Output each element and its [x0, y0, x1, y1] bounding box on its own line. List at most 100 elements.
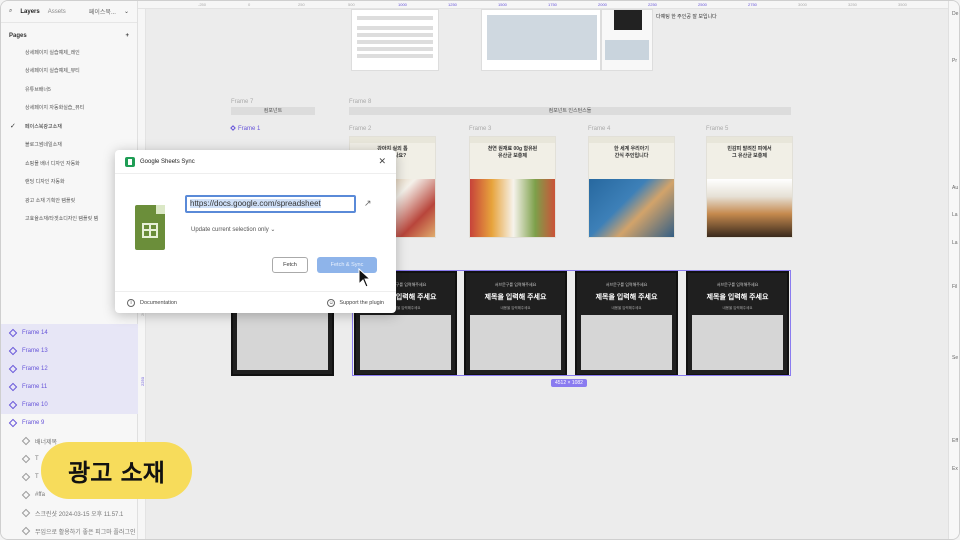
layer-label: T	[35, 474, 39, 480]
frame3-label[interactable]: Frame 3	[469, 126, 491, 132]
ad-card[interactable]: 한 세계 우리아기 간식 주인입니다	[588, 136, 675, 238]
chevron-down-icon: ⌄	[270, 227, 276, 233]
ruler-mark: 500	[348, 2, 355, 7]
ruler-mark: 2500	[698, 2, 707, 7]
frame-icon	[8, 346, 18, 356]
frame-icon	[8, 364, 18, 374]
ruler-mark: -250	[198, 2, 207, 7]
property-section-label: Fil	[952, 284, 958, 290]
app-window: ⌕ Layers Assets 페이스북... ⌄ Pages + 상세페이지 …	[0, 0, 960, 540]
tab-layers[interactable]: Layers	[20, 9, 39, 15]
page-item[interactable]: ✓ 페이스북광고소재	[1, 117, 137, 136]
sheets-logo-icon	[125, 156, 135, 167]
property-section-label: La	[952, 240, 958, 246]
spreadsheet-icon	[135, 205, 165, 250]
ruler-mark: 1500	[498, 2, 507, 7]
page-label: 상세페이지 자동화실습_뷰티	[25, 105, 85, 112]
property-section-label: La	[952, 212, 958, 218]
property-section-label: Pr	[952, 58, 957, 64]
ruler-mark: 1250	[448, 2, 457, 7]
ruler-mark: 3000	[798, 2, 807, 7]
layer-item[interactable]: Frame 11	[1, 378, 138, 396]
sheet-url-input[interactable]: https://docs.google.com/spreadsheet	[185, 195, 356, 213]
frame-icon	[8, 382, 18, 392]
chevron-down-icon[interactable]: ⌄	[124, 8, 129, 15]
page-item[interactable]: 상세페이지 자동화실습_뷰티	[1, 99, 137, 118]
frame-icon	[8, 400, 18, 410]
update-selection-label: Update current selection only	[191, 227, 269, 233]
ad-card[interactable]: 천연 원재료 00g 함유된 유산균 보충제	[469, 136, 556, 238]
ruler-mark: 2250	[139, 377, 145, 386]
frame4-label[interactable]: Frame 4	[588, 126, 610, 132]
tab-assets[interactable]: Assets	[48, 9, 66, 15]
ruler-mark: 1000	[398, 2, 407, 7]
layer-label: Frame 14	[22, 330, 48, 336]
layer-item[interactable]: Frame 10	[1, 396, 138, 414]
layer-label: Frame 11	[22, 384, 48, 390]
layer-item[interactable]: 무임으로 활용하기 좋은 피그마 플러그인	[1, 522, 138, 539]
page-item[interactable]: 상세페이지 실습예제_레인	[1, 43, 137, 62]
right-properties-panel[interactable]: De Pr Au La La Fil Se Eff Ex	[948, 1, 959, 539]
frame-icon	[21, 526, 31, 536]
screenshot-card[interactable]	[601, 9, 653, 71]
dialog-footer: i Documentation ☺ Support the plugin	[115, 291, 396, 313]
support-link[interactable]: ☺ Support the plugin	[327, 298, 384, 307]
frame-icon	[8, 328, 18, 338]
layer-item[interactable]: Frame 14	[1, 324, 138, 342]
open-link-icon[interactable]: ↗	[364, 198, 372, 209]
mouse-cursor-icon	[358, 268, 372, 288]
layer-label: 배너제목	[35, 439, 58, 446]
frame-icon	[21, 472, 31, 482]
frame8-label[interactable]: Frame 8	[349, 99, 371, 105]
property-section-label: Se	[952, 355, 959, 361]
layer-item[interactable]: Frame 12	[1, 360, 138, 378]
frame-icon	[21, 454, 31, 464]
update-selection-dropdown[interactable]: Update current selection only ⌄	[191, 226, 275, 233]
screenshot-card[interactable]	[351, 9, 439, 71]
dog-photo	[470, 179, 555, 237]
ruler-mark: 2750	[748, 2, 757, 7]
frame2-label[interactable]: Frame 2	[349, 126, 371, 132]
pages-heading: Pages +	[1, 23, 137, 43]
file-name[interactable]: 페이스북...	[89, 7, 116, 16]
page-item[interactable]: 상세페이지 실습예제_뷰티	[1, 62, 137, 81]
layers-list: Frame 14 Frame 13 Frame 12 Frame 11 Frame 10…	[1, 324, 138, 539]
layer-item[interactable]: Frame 13	[1, 342, 138, 360]
page-item[interactable]: 유튜브배너5	[1, 80, 137, 99]
page-label: 상세페이지 실습예제_레인	[25, 49, 80, 56]
frame5-label[interactable]: Frame 5	[706, 126, 728, 132]
property-section-label: Ex	[952, 466, 958, 472]
info-icon: i	[127, 298, 135, 307]
layer-label: #ffa	[35, 492, 45, 498]
close-icon[interactable]: ✕	[378, 156, 386, 167]
frame1-label[interactable]: Frame 1	[230, 125, 261, 132]
frame7-label[interactable]: Frame 7	[231, 99, 253, 105]
frame-icon	[21, 490, 31, 500]
selection-box[interactable]	[352, 270, 791, 376]
documentation-link[interactable]: i Documentation	[127, 298, 177, 307]
page-label: 광고 소재 기획안 템플릿	[25, 197, 76, 204]
page-label: 블로그썸네일소재	[25, 142, 62, 149]
selection-size-badge: 4512 × 1082	[551, 379, 587, 387]
layer-item[interactable]: 스크린샷 2024-03-15 오후 11.57.1	[1, 504, 138, 522]
property-section-label: De	[952, 11, 959, 17]
layer-label: Frame 10	[22, 402, 48, 408]
screenshot-card[interactable]	[481, 9, 601, 71]
support-label: Support the plugin	[339, 299, 384, 306]
dog-photo	[589, 179, 674, 237]
fetch-button[interactable]: Fetch	[272, 257, 308, 273]
layer-label: T	[35, 456, 39, 462]
layer-label: 스크린샷 2024-03-15 오후 11.57.1	[35, 511, 124, 518]
ad-headline: 민감피 말려진 피에서 그 유산균 보충제	[727, 146, 772, 159]
add-page-button[interactable]: +	[125, 33, 129, 39]
frame-label-text: Frame 1	[238, 126, 261, 132]
caption-pill: 광고 소재	[41, 442, 192, 499]
layer-item[interactable]: Frame 9	[1, 414, 138, 432]
search-icon[interactable]: ⌕	[9, 8, 12, 15]
documentation-label: Documentation	[140, 299, 177, 306]
page-label: 상세페이지 실습예제_뷰티	[25, 68, 80, 75]
top-caption: 다예팅 한 주인공 잘 보입니다	[656, 14, 717, 20]
page-label: 유튜브배너5	[25, 86, 51, 93]
pages-title: Pages	[9, 33, 27, 39]
ad-card[interactable]: 민감피 말려진 피에서 그 유산균 보충제	[706, 136, 793, 238]
